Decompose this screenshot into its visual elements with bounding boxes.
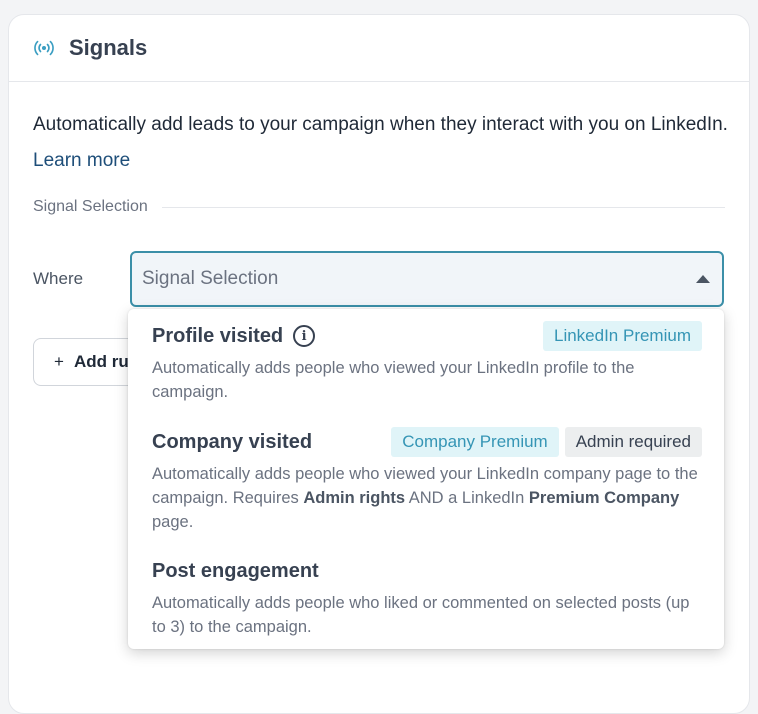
desc-bold-premium-company: Premium Company [528, 489, 680, 507]
signal-selection-section: Signal Selection [33, 198, 725, 216]
panel-header: Signals [9, 15, 749, 82]
company-premium-badge: Company Premium [391, 427, 559, 457]
description-text: Automatically add leads to your campaign… [33, 114, 728, 135]
option-post-engagement[interactable]: Post engagement Automatically adds peopl… [152, 555, 702, 639]
option-title-row: Profile visited i LinkedIn Premium [152, 320, 702, 352]
admin-required-badge: Admin required [564, 427, 702, 457]
option-title: Profile visited [152, 324, 284, 347]
desc-bold-admin-rights: Admin rights [303, 489, 406, 507]
option-profile-visited[interactable]: Profile visited i LinkedIn Premium Autom… [152, 320, 702, 404]
desc-part: AND a LinkedIn [405, 489, 529, 507]
option-title-row: Company visited Company Premium Admin re… [152, 426, 702, 458]
option-badges: LinkedIn Premium [542, 321, 702, 351]
caret-up-icon[interactable] [696, 275, 710, 283]
signal-broadcast-icon [34, 40, 54, 56]
panel-title: Signals [69, 35, 148, 60]
option-badges: Company Premium Admin required [391, 427, 702, 457]
plus-icon: + [54, 352, 64, 371]
desc-part: page. [152, 513, 194, 531]
linkedin-premium-badge: LinkedIn Premium [542, 321, 702, 351]
select-placeholder: Signal Selection [142, 268, 279, 289]
signal-dropdown: Profile visited i LinkedIn Premium Autom… [128, 309, 724, 649]
option-description: Automatically adds people who viewed you… [152, 462, 702, 534]
option-description: Automatically adds people who viewed you… [152, 359, 635, 401]
option-description: Automatically adds people who liked or c… [152, 594, 690, 636]
option-company-visited[interactable]: Company visited Company Premium Admin re… [152, 426, 702, 534]
add-rule-label: Add ru [73, 352, 129, 371]
info-icon[interactable]: i [293, 325, 316, 347]
option-title: Post engagement [152, 559, 319, 582]
section-divider [161, 206, 725, 208]
where-label: Where [33, 269, 84, 288]
section-label: Signal Selection [33, 198, 148, 215]
option-title: Company visited [152, 430, 313, 453]
option-title-row: Post engagement [152, 555, 702, 587]
learn-more-link[interactable]: Learn more [33, 150, 130, 171]
signals-description: Automatically add leads to your campaign… [33, 107, 733, 179]
signal-select[interactable]: Signal Selection [130, 251, 724, 307]
